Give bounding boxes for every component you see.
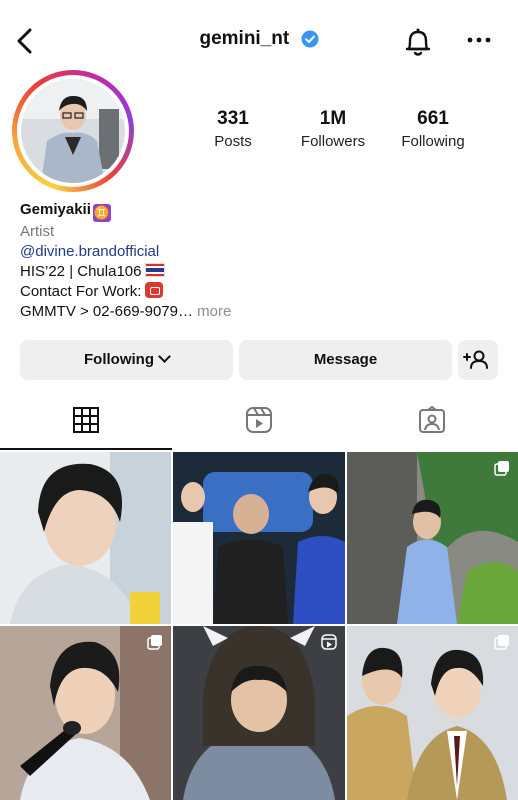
message-button[interactable]: Message — [239, 340, 452, 380]
reel-icon — [321, 634, 337, 650]
tagged-icon — [419, 406, 445, 433]
bio-more-link[interactable]: more — [193, 303, 231, 320]
more-horizontal-icon[interactable] — [466, 30, 492, 50]
posts-count: 331 — [217, 108, 249, 129]
post-thumbnail[interactable] — [0, 626, 171, 800]
carousel-icon — [494, 635, 509, 650]
followers-count: 1M — [319, 108, 347, 129]
tab-reels[interactable] — [173, 398, 345, 450]
tab-tagged[interactable] — [346, 398, 518, 450]
profile-category: Artist — [20, 223, 55, 240]
following-button[interactable]: Following — [20, 340, 233, 380]
following-button-label: Following — [84, 351, 154, 368]
post-grid — [0, 450, 518, 800]
profile-username-header: gemini_nt — [0, 28, 518, 50]
carousel-icon — [494, 461, 509, 476]
bio-line-phone: GMMTV > 02-669-9079… — [20, 303, 193, 320]
chevron-down-icon — [158, 350, 171, 363]
post-thumbnail[interactable] — [173, 626, 345, 800]
verified-badge-icon — [301, 30, 319, 48]
post-thumbnail[interactable] — [173, 452, 345, 624]
add-user-button[interactable] — [458, 340, 498, 380]
display-name: Gemiyakii — [20, 201, 91, 218]
grid-icon — [73, 407, 99, 433]
following-stat[interactable]: 661 Following — [383, 108, 483, 150]
message-button-label: Message — [313, 351, 378, 368]
tab-grid[interactable] — [0, 398, 172, 450]
post-thumbnail[interactable] — [0, 452, 171, 624]
post-thumbnail[interactable] — [347, 626, 518, 800]
reels-icon — [246, 407, 272, 433]
username-text: gemini_nt — [199, 28, 290, 49]
telephone-icon — [145, 282, 164, 298]
carousel-icon — [147, 635, 162, 650]
bio-line-contact: Contact For Work: — [20, 283, 142, 300]
bio-mention-link[interactable]: @divine.brandofficial — [20, 242, 231, 262]
posts-label: Posts — [214, 133, 252, 150]
avatar — [21, 79, 125, 183]
followers-label: Followers — [300, 133, 366, 150]
bio-line-school: HIS’22 | Chula106 — [20, 263, 142, 280]
thailand-flag-icon — [145, 263, 166, 277]
profile-avatar-story-ring[interactable] — [12, 70, 134, 192]
profile-bio: Gemiyakii ♊ Artist @divine.brandofficial … — [20, 200, 231, 322]
following-count: 661 — [417, 108, 449, 129]
posts-stat[interactable]: 331 Posts — [183, 108, 283, 150]
bell-icon[interactable] — [403, 24, 433, 58]
gemini-zodiac-icon: ♊ — [92, 204, 111, 222]
add-user-icon — [463, 350, 488, 369]
post-thumbnail[interactable] — [347, 452, 518, 624]
following-label: Following — [401, 133, 465, 150]
followers-stat[interactable]: 1M Followers — [283, 108, 383, 150]
